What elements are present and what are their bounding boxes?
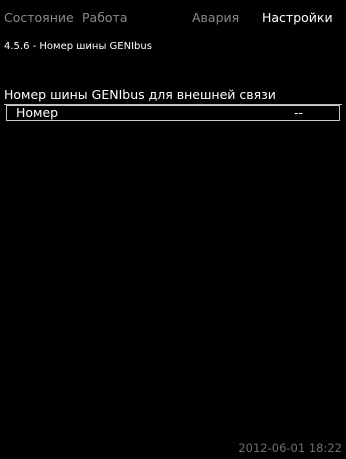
section-title: Номер шины GENIbus для внешней связи xyxy=(4,87,276,102)
setting-row-number[interactable]: Номер -- xyxy=(6,105,340,121)
controller-screen: Состояние Работа Авария Настройки 4.5.6 … xyxy=(0,0,346,459)
tab-settings[interactable]: Настройки xyxy=(262,10,333,26)
tab-status[interactable]: Состояние xyxy=(4,10,74,26)
menu-breadcrumb: 4.5.6 - Номер шины GENIbus xyxy=(4,41,152,52)
tab-operation[interactable]: Работа xyxy=(82,10,128,26)
setting-label: Номер xyxy=(16,105,59,120)
tab-alarm[interactable]: Авария xyxy=(192,10,239,26)
tab-bar: Состояние Работа Авария Настройки xyxy=(0,10,346,26)
date-time: 2012-06-01 18:22 xyxy=(238,441,342,455)
setting-value: -- xyxy=(293,105,303,120)
